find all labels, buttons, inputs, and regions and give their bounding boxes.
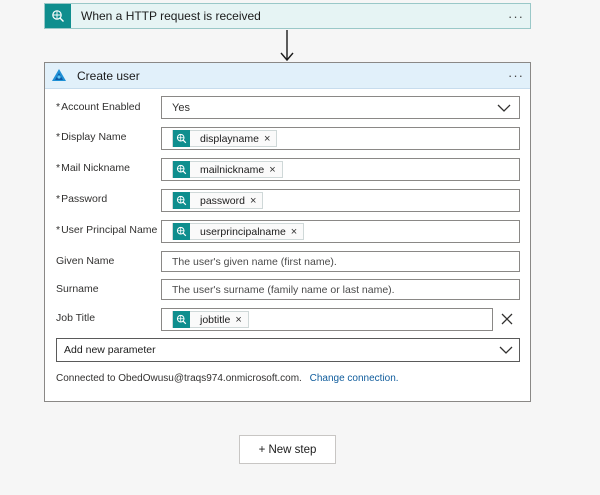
mail-nickname-token[interactable]: mailnickname ×: [172, 161, 283, 178]
remove-parameter-icon[interactable]: [500, 312, 514, 326]
job-title-token[interactable]: jobtitle ×: [172, 311, 249, 328]
token-remove-icon[interactable]: ×: [291, 226, 297, 238]
display-name-token[interactable]: displayname ×: [172, 130, 278, 147]
surname-placeholder: The user's surname (family name or last …: [172, 283, 395, 296]
connected-text: Connected to ObedOwusu@traqs974.onmicros…: [56, 373, 302, 384]
add-new-parameter-label: Add new parameter: [64, 344, 156, 356]
given-name-label: Given Name: [56, 255, 115, 267]
mail-nickname-label: *Mail Nickname: [56, 162, 130, 174]
surname-input[interactable]: The user's surname (family name or last …: [161, 279, 520, 300]
account-enabled-value: Yes: [172, 101, 190, 114]
http-request-icon: [173, 130, 190, 147]
password-field[interactable]: password ×: [161, 189, 520, 212]
http-request-icon: [173, 311, 190, 328]
surname-label: Surname: [56, 283, 99, 295]
action-header[interactable]: Create user ···: [45, 63, 530, 89]
add-new-parameter-dropdown[interactable]: Add new parameter: [56, 338, 520, 362]
chevron-down-icon: [497, 104, 511, 112]
http-request-icon: [173, 192, 190, 209]
mail-nickname-field[interactable]: mailnickname ×: [161, 158, 520, 181]
account-enabled-label: *Account Enabled: [56, 101, 141, 113]
user-principal-name-label: *User Principal Name: [56, 224, 158, 236]
trigger-more-menu[interactable]: ···: [508, 9, 524, 24]
given-name-placeholder: The user's given name (first name).: [172, 255, 337, 268]
password-label: *Password: [56, 193, 108, 205]
job-title-label: Job Title: [56, 312, 96, 324]
http-request-icon: [173, 223, 190, 240]
action-more-menu[interactable]: ···: [508, 68, 524, 83]
http-request-icon: [173, 161, 190, 178]
token-remove-icon[interactable]: ×: [235, 314, 241, 326]
password-token[interactable]: password ×: [172, 192, 264, 209]
http-request-icon: [45, 4, 71, 28]
job-title-field[interactable]: jobtitle ×: [161, 308, 493, 331]
token-remove-icon[interactable]: ×: [269, 164, 275, 176]
trigger-title: When a HTTP request is received: [81, 9, 261, 23]
given-name-input[interactable]: The user's given name (first name).: [161, 251, 520, 272]
azure-ad-icon: [52, 68, 66, 81]
token-remove-icon[interactable]: ×: [250, 195, 256, 207]
account-enabled-select[interactable]: Yes: [161, 96, 520, 119]
display-name-field[interactable]: displayname ×: [161, 127, 520, 150]
flow-arrow-icon: [280, 30, 294, 62]
user-principal-name-field[interactable]: userprincipalname ×: [161, 220, 520, 243]
user-principal-name-token[interactable]: userprincipalname ×: [172, 223, 305, 240]
trigger-card[interactable]: When a HTTP request is received ···: [44, 3, 531, 29]
action-title: Create user: [77, 68, 140, 83]
change-connection-link[interactable]: Change connection.: [310, 373, 399, 384]
create-user-card: Create user ··· *Account Enabled Yes *Di…: [44, 62, 531, 402]
token-remove-icon[interactable]: ×: [264, 133, 270, 145]
connection-info: Connected to ObedOwusu@traqs974.onmicros…: [56, 373, 399, 384]
chevron-down-icon: [499, 346, 513, 354]
new-step-button[interactable]: + New step: [239, 435, 336, 464]
display-name-label: *Display Name: [56, 131, 127, 143]
